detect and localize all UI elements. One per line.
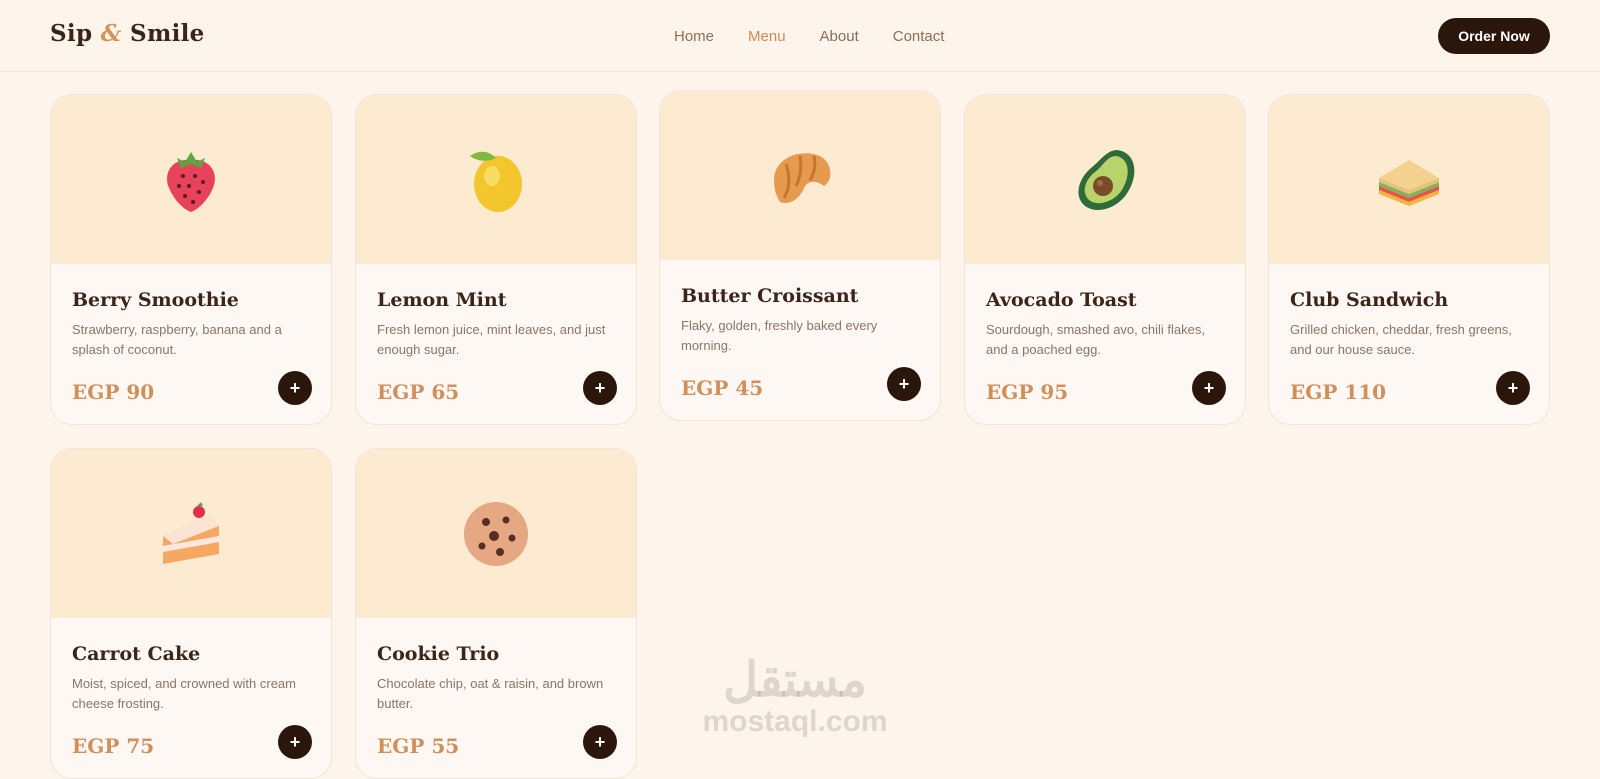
add-to-cart-button[interactable]: + xyxy=(583,371,617,405)
cake-icon xyxy=(163,501,219,564)
item-name: Carrot Cake xyxy=(72,643,201,665)
cookie-icon xyxy=(464,501,528,566)
item-description: Fresh lemon juice, mint leaves, and just… xyxy=(377,322,606,357)
menu-card[interactable]: Butter Croissant Flaky, golden, freshly … xyxy=(659,90,941,421)
lemon-icon xyxy=(470,151,522,212)
item-description: Chocolate chip, oat & raisin, and brown … xyxy=(377,676,604,711)
brand-logo[interactable]: Sip & Smile xyxy=(50,20,205,47)
add-to-cart-button[interactable]: + xyxy=(278,371,312,405)
top-nav: Sip & Smile Home Menu About Contact Orde… xyxy=(0,0,1600,72)
menu-card[interactable]: Cookie Trio Chocolate chip, oat & raisin… xyxy=(355,448,637,779)
nav-link-menu[interactable]: Menu xyxy=(748,28,786,45)
item-description: Grilled chicken, cheddar, fresh greens, … xyxy=(1290,322,1512,357)
add-to-cart-button[interactable]: + xyxy=(1496,371,1530,405)
item-price: EGP 90 xyxy=(72,380,155,404)
watermark-latin: mostaql.com xyxy=(702,705,888,738)
card-image xyxy=(660,91,940,260)
add-to-cart-button[interactable]: + xyxy=(887,367,921,401)
brand-ampersand: & xyxy=(100,20,122,47)
add-to-cart-button[interactable]: + xyxy=(583,725,617,759)
nav-link-contact[interactable]: Contact xyxy=(893,28,945,45)
nav-link-about[interactable]: About xyxy=(820,28,859,45)
card-image xyxy=(51,449,331,618)
menu-card[interactable]: Carrot Cake Moist, spiced, and crowned w… xyxy=(50,448,332,779)
brand-word-2: Smile xyxy=(130,20,205,47)
item-name: Butter Croissant xyxy=(681,285,859,307)
watermark: مستقل mostaql.com xyxy=(690,655,900,737)
item-price: EGP 65 xyxy=(377,380,460,404)
card-image xyxy=(356,95,636,264)
card-image xyxy=(356,449,636,618)
avocado-icon xyxy=(1078,149,1135,210)
croissant-icon xyxy=(774,152,831,203)
item-price: EGP 55 xyxy=(377,734,460,758)
menu-card[interactable]: Lemon Mint Fresh lemon juice, mint leave… xyxy=(355,94,637,425)
card-image xyxy=(1269,95,1549,264)
item-description: Strawberry, raspberry, banana and a spla… xyxy=(72,322,282,357)
watermark-arabic: مستقل xyxy=(723,654,867,707)
strawberry-icon xyxy=(167,151,215,212)
menu-card[interactable]: Avocado Toast Sourdough, smashed avo, ch… xyxy=(964,94,1246,425)
item-price: EGP 75 xyxy=(72,734,155,758)
nav-link-home[interactable]: Home xyxy=(674,28,714,45)
order-now-button[interactable]: Order Now xyxy=(1438,18,1550,54)
item-name: Lemon Mint xyxy=(377,289,507,311)
brand-word-1: Sip xyxy=(50,20,93,47)
item-description: Sourdough, smashed avo, chili flakes, an… xyxy=(986,322,1205,357)
item-name: Berry Smoothie xyxy=(72,289,239,311)
menu-card[interactable]: Club Sandwich Grilled chicken, cheddar, … xyxy=(1268,94,1550,425)
item-price: EGP 95 xyxy=(986,380,1069,404)
card-image xyxy=(51,95,331,264)
item-name: Cookie Trio xyxy=(377,643,500,665)
menu-card[interactable]: Berry Smoothie Strawberry, raspberry, ba… xyxy=(50,94,332,425)
item-price: EGP 45 xyxy=(681,376,764,400)
item-name: Avocado Toast xyxy=(986,289,1137,311)
item-price: EGP 110 xyxy=(1290,380,1387,404)
add-to-cart-button[interactable]: + xyxy=(278,725,312,759)
item-description: Flaky, golden, freshly baked every morni… xyxy=(681,318,878,353)
item-description: Moist, spiced, and crowned with cream ch… xyxy=(72,676,296,711)
add-to-cart-button[interactable]: + xyxy=(1192,371,1226,405)
nav-links: Home Menu About Contact xyxy=(674,28,978,45)
item-name: Club Sandwich xyxy=(1290,289,1449,311)
card-image xyxy=(965,95,1245,264)
sandwich-icon xyxy=(1379,159,1439,206)
